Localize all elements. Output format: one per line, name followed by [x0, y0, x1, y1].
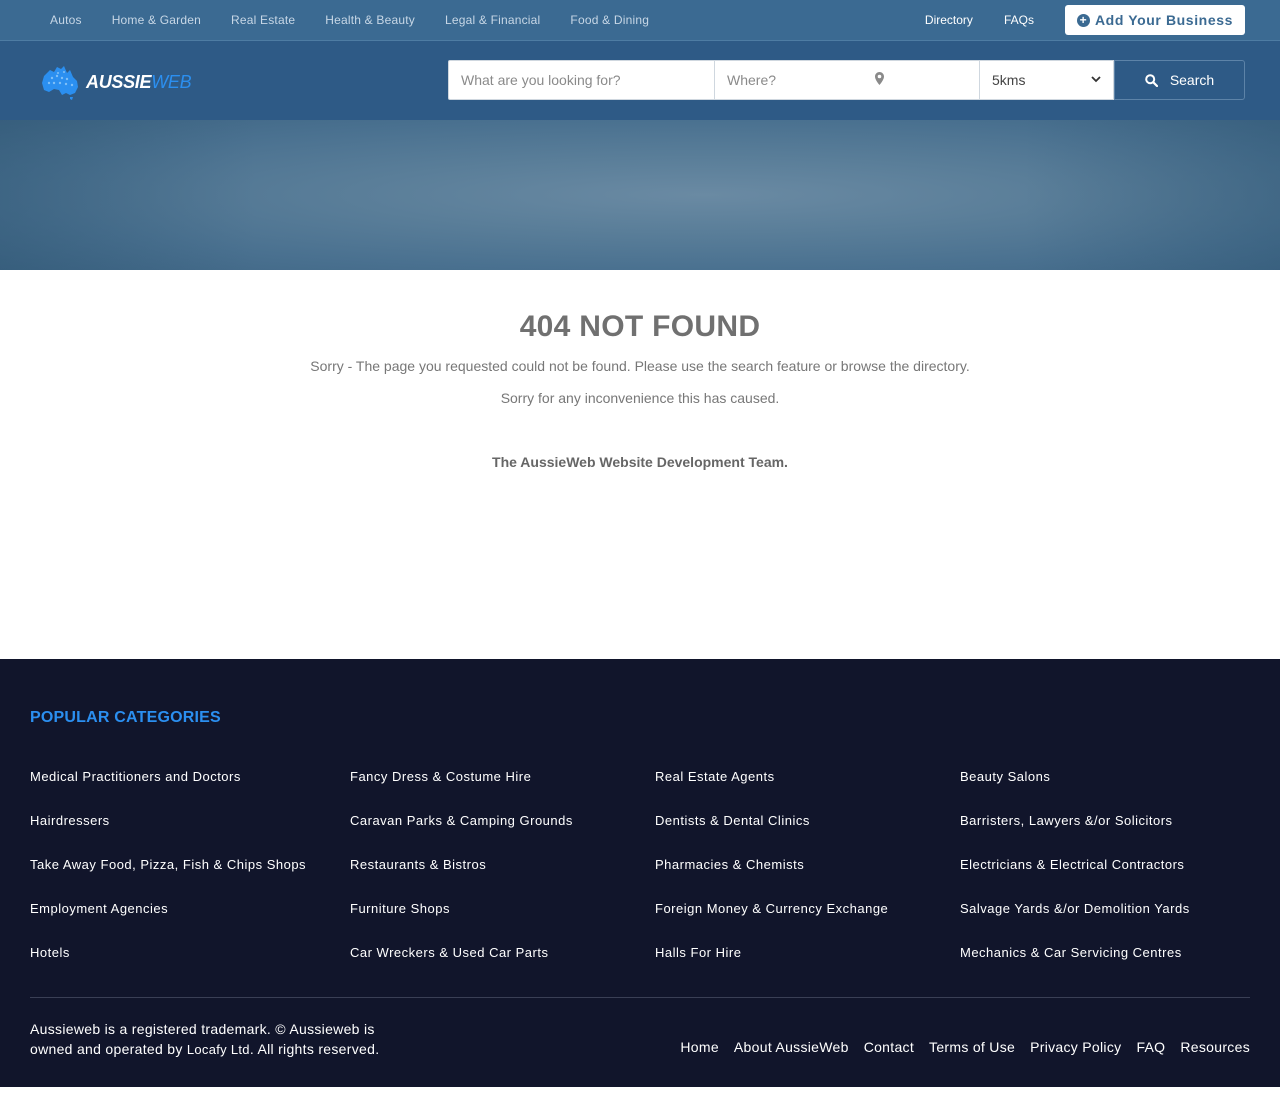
nav-directory[interactable]: Directory — [925, 13, 973, 27]
search-icon — [1145, 73, 1158, 87]
site-logo[interactable]: AUSSIEWEB — [40, 64, 192, 100]
nav-home-garden[interactable]: Home & Garden — [112, 13, 201, 27]
footer-divider — [30, 997, 1250, 998]
site-header: AUSSIEWEB 5kms Search — [0, 41, 1280, 120]
where-search-input[interactable] — [715, 60, 980, 100]
main-content: 404 NOT FOUND Sorry - The page you reque… — [0, 270, 1280, 659]
category-link[interactable]: Fancy Dress & Costume Hire — [350, 769, 531, 784]
locafy-link[interactable]: Locafy Ltd — [187, 1042, 250, 1057]
error-message: Sorry - The page you requested could not… — [310, 358, 970, 374]
copyright-notice: Aussieweb is a registered trademark. © A… — [30, 1021, 380, 1057]
footer-link-privacy[interactable]: Privacy Policy — [1030, 1039, 1121, 1055]
category-nav: Autos Home & Garden Real Estate Health &… — [50, 0, 679, 40]
category-link[interactable]: Medical Practitioners and Doctors — [30, 769, 241, 784]
category-link[interactable]: Hairdressers — [30, 813, 110, 828]
add-business-button[interactable]: + Add Your Business — [1064, 5, 1245, 35]
site-footer: POPULAR CATEGORIES Medical Practitioners… — [0, 659, 1280, 1087]
nav-real-estate[interactable]: Real Estate — [231, 13, 295, 27]
footer-link-contact[interactable]: Contact — [864, 1039, 914, 1055]
category-link[interactable]: Employment Agencies — [30, 901, 168, 916]
category-link[interactable]: Pharmacies & Chemists — [655, 857, 804, 872]
nav-food-dining[interactable]: Food & Dining — [570, 13, 649, 27]
what-search-input[interactable] — [448, 60, 715, 100]
footer-link-resources[interactable]: Resources — [1180, 1039, 1250, 1055]
footer-link-faq[interactable]: FAQ — [1136, 1039, 1165, 1055]
category-link[interactable]: Hotels — [30, 945, 70, 960]
hero-banner — [0, 120, 1280, 270]
nav-autos[interactable]: Autos — [50, 13, 82, 27]
page-title: 404 NOT FOUND — [519, 310, 761, 343]
logo-wordmark: AUSSIEWEB — [86, 71, 192, 92]
australia-map-icon — [42, 66, 78, 100]
category-link[interactable]: Caravan Parks & Camping Grounds — [350, 813, 573, 828]
map-marker-icon[interactable] — [875, 72, 884, 88]
search-button-label: Search — [1169, 72, 1215, 88]
category-link[interactable]: Foreign Money & Currency Exchange — [655, 901, 888, 916]
distance-value: 5kms — [992, 72, 1026, 88]
category-link[interactable]: Car Wreckers & Used Car Parts — [350, 945, 548, 960]
category-link[interactable]: Restaurants & Bistros — [350, 857, 486, 872]
category-link[interactable]: Beauty Salons — [960, 769, 1050, 784]
category-link[interactable]: Take Away Food, Pizza, Fish & Chips Shop… — [30, 857, 306, 872]
category-link[interactable]: Real Estate Agents — [655, 769, 775, 784]
category-link[interactable]: Halls For Hire — [655, 945, 741, 960]
add-business-label: Add Your Business — [1094, 12, 1233, 28]
footer-link-terms[interactable]: Terms of Use — [929, 1039, 1015, 1055]
top-navigation-bar: Autos Home & Garden Real Estate Health &… — [0, 0, 1280, 41]
search-button[interactable]: Search — [1114, 60, 1245, 100]
popular-categories-heading: POPULAR CATEGORIES — [30, 709, 221, 726]
footer-link-about[interactable]: About AussieWeb — [734, 1039, 849, 1055]
category-link[interactable]: Furniture Shops — [350, 901, 450, 916]
where-field-wrapper — [715, 60, 980, 100]
search-form: 5kms Search — [448, 60, 1245, 100]
distance-select[interactable]: 5kms — [980, 60, 1114, 100]
category-link[interactable]: Mechanics & Car Servicing Centres — [960, 945, 1182, 960]
footer-nav: Home About AussieWeb Contact Terms of Us… — [665, 1039, 1250, 1055]
nav-health-beauty[interactable]: Health & Beauty — [325, 13, 415, 27]
team-signature: The AussieWeb Website Development Team. — [492, 454, 788, 470]
apology-message: Sorry for any inconvenience this has cau… — [500, 390, 780, 406]
category-link[interactable]: Dentists & Dental Clinics — [655, 813, 810, 828]
footer-link-home[interactable]: Home — [680, 1039, 719, 1055]
chevron-down-icon — [1091, 75, 1101, 86]
category-link[interactable]: Salvage Yards &/or Demolition Yards — [960, 901, 1190, 916]
category-link[interactable]: Electricians & Electrical Contractors — [960, 857, 1184, 872]
nav-legal-financial[interactable]: Legal & Financial — [445, 13, 540, 27]
nav-faqs[interactable]: FAQs — [1004, 13, 1034, 27]
utility-nav: Directory FAQs + Add Your Business — [925, 0, 1245, 40]
category-link[interactable]: Barristers, Lawyers &/or Solicitors — [960, 813, 1173, 828]
plus-circle-icon: + — [1076, 13, 1090, 27]
